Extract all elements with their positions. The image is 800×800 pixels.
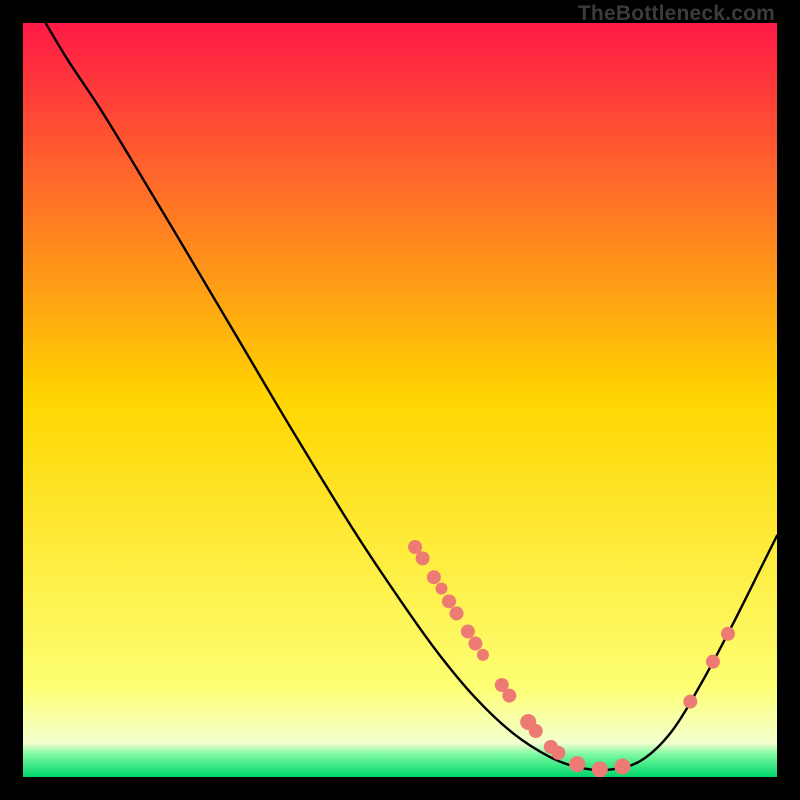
data-marker: [614, 758, 630, 774]
chart-frame: [23, 23, 777, 777]
data-marker: [416, 551, 430, 565]
data-marker: [721, 627, 735, 641]
data-marker: [683, 695, 697, 709]
data-marker: [529, 724, 543, 738]
data-marker: [468, 637, 482, 651]
data-marker: [706, 655, 720, 669]
data-marker: [551, 746, 565, 760]
data-marker: [427, 570, 441, 584]
data-marker: [461, 624, 475, 638]
data-marker: [569, 756, 585, 772]
data-marker: [502, 689, 516, 703]
data-marker: [435, 583, 447, 595]
data-marker: [450, 606, 464, 620]
chart-svg: [23, 23, 777, 777]
chart-background: [23, 23, 777, 777]
data-marker: [592, 761, 608, 777]
data-marker: [442, 594, 456, 608]
data-marker: [477, 649, 489, 661]
